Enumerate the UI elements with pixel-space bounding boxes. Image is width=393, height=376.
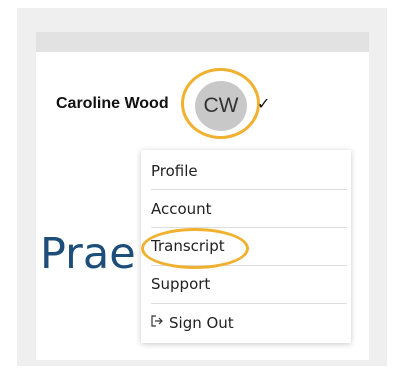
menu-item-account[interactable]: Account xyxy=(151,198,345,220)
sign-out-icon xyxy=(151,315,163,331)
menu-item-profile[interactable]: Profile xyxy=(151,160,345,182)
menu-item-support[interactable]: Support xyxy=(151,273,345,295)
avatar[interactable]: CW xyxy=(195,81,247,131)
menu-item-label: Profile xyxy=(151,162,198,180)
menu-item-label: Support xyxy=(151,275,211,293)
menu-item-label: Sign Out xyxy=(169,314,234,332)
menu-divider xyxy=(151,303,347,304)
menu-item-transcript[interactable]: Transcript xyxy=(151,235,345,257)
menu-divider xyxy=(151,265,347,266)
page-heading: Prae xyxy=(40,229,136,279)
avatar-initials: CW xyxy=(203,94,239,117)
user-dropdown-menu: Profile Account Transcript Support Sign … xyxy=(141,150,351,343)
menu-divider xyxy=(151,189,347,190)
top-bar xyxy=(36,32,369,53)
menu-divider xyxy=(151,227,347,228)
menu-item-sign-out[interactable]: Sign Out xyxy=(151,312,345,334)
chevron-down-icon[interactable]: ✓ xyxy=(257,94,270,113)
menu-item-label: Account xyxy=(151,200,212,218)
user-name[interactable]: Caroline Wood xyxy=(56,95,169,113)
menu-item-label: Transcript xyxy=(151,237,225,255)
